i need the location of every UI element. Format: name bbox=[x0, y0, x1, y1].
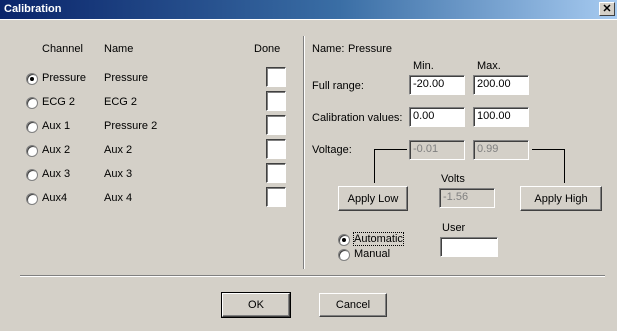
done-column-header: Done bbox=[254, 43, 281, 55]
min-label: Min. bbox=[413, 60, 434, 72]
full-range-max-input[interactable]: 200.00 bbox=[473, 75, 529, 95]
channel-name: Pressure 2 bbox=[104, 120, 158, 132]
title-bar: Calibration ✕ bbox=[0, 0, 617, 20]
channel-radio[interactable] bbox=[26, 97, 38, 109]
channel-radio[interactable] bbox=[26, 145, 38, 157]
channel-name: Aux 2 bbox=[104, 144, 133, 156]
done-checkbox[interactable] bbox=[266, 67, 286, 87]
channel-column-header: Channel bbox=[42, 43, 83, 55]
close-button[interactable]: ✕ bbox=[599, 2, 615, 16]
channel-label[interactable]: Aux 3 bbox=[42, 168, 70, 180]
channel-label[interactable]: Pressure bbox=[42, 72, 86, 84]
volts-display: -1.56 bbox=[439, 188, 495, 208]
voltage-low-display: -0.01 bbox=[409, 140, 465, 160]
done-checkbox[interactable] bbox=[266, 115, 286, 135]
channel-label[interactable]: ECG 2 bbox=[42, 96, 75, 108]
name-column-header: Name bbox=[104, 43, 134, 55]
channel-name: Aux 3 bbox=[104, 168, 133, 180]
voltage-label: Voltage: bbox=[312, 144, 352, 156]
channel-radio[interactable] bbox=[26, 121, 38, 133]
done-checkbox[interactable] bbox=[266, 187, 286, 207]
cancel-label: Cancel bbox=[335, 299, 371, 311]
close-icon: ✕ bbox=[602, 3, 612, 15]
calibration-max-input[interactable]: 100.00 bbox=[473, 107, 529, 127]
automatic-label[interactable]: Automatic bbox=[353, 232, 404, 246]
voltage-high-display: 0.99 bbox=[473, 140, 529, 160]
apply-low-label: Apply Low bbox=[347, 192, 399, 205]
channel-radio[interactable] bbox=[26, 193, 38, 205]
voltage-low-bracket bbox=[374, 149, 407, 183]
manual-label[interactable]: Manual bbox=[354, 248, 390, 260]
ok-button[interactable]: OK bbox=[221, 292, 291, 318]
name-label: Name: bbox=[312, 43, 345, 55]
panel-divider bbox=[303, 36, 305, 269]
channel-name: Pressure bbox=[104, 72, 149, 84]
channel-radio[interactable] bbox=[26, 73, 38, 85]
cancel-button[interactable]: Cancel bbox=[319, 293, 387, 317]
max-label: Max. bbox=[477, 60, 501, 72]
channel-radio[interactable] bbox=[26, 169, 38, 181]
ok-label: OK bbox=[248, 299, 264, 311]
apply-high-label: Apply High bbox=[534, 192, 588, 205]
done-checkbox[interactable] bbox=[266, 163, 286, 183]
manual-radio[interactable] bbox=[338, 249, 350, 261]
channel-name: Aux 4 bbox=[104, 192, 133, 204]
channel-label[interactable]: Aux 1 bbox=[42, 120, 70, 132]
apply-high-button[interactable]: Apply High bbox=[520, 186, 602, 211]
full-range-min-input[interactable]: -20.00 bbox=[409, 75, 465, 95]
calibration-min-input[interactable]: 0.00 bbox=[409, 107, 465, 127]
window-title: Calibration bbox=[4, 3, 62, 15]
channel-name: ECG 2 bbox=[104, 96, 138, 108]
channel-label[interactable]: Aux4 bbox=[42, 192, 67, 204]
volts-label: Volts bbox=[441, 173, 465, 185]
channel-label[interactable]: Aux 2 bbox=[42, 144, 70, 156]
voltage-high-bracket bbox=[532, 149, 565, 183]
name-value: Pressure bbox=[348, 43, 393, 55]
apply-low-button[interactable]: Apply Low bbox=[338, 186, 408, 211]
calibration-values-label: Calibration values: bbox=[312, 112, 403, 124]
done-checkbox[interactable] bbox=[266, 139, 286, 159]
footer-divider bbox=[20, 275, 605, 277]
full-range-label: Full range: bbox=[312, 80, 364, 92]
automatic-radio[interactable] bbox=[338, 234, 350, 246]
done-checkbox[interactable] bbox=[266, 91, 286, 111]
user-label: User bbox=[442, 222, 466, 234]
user-input[interactable] bbox=[440, 237, 498, 257]
